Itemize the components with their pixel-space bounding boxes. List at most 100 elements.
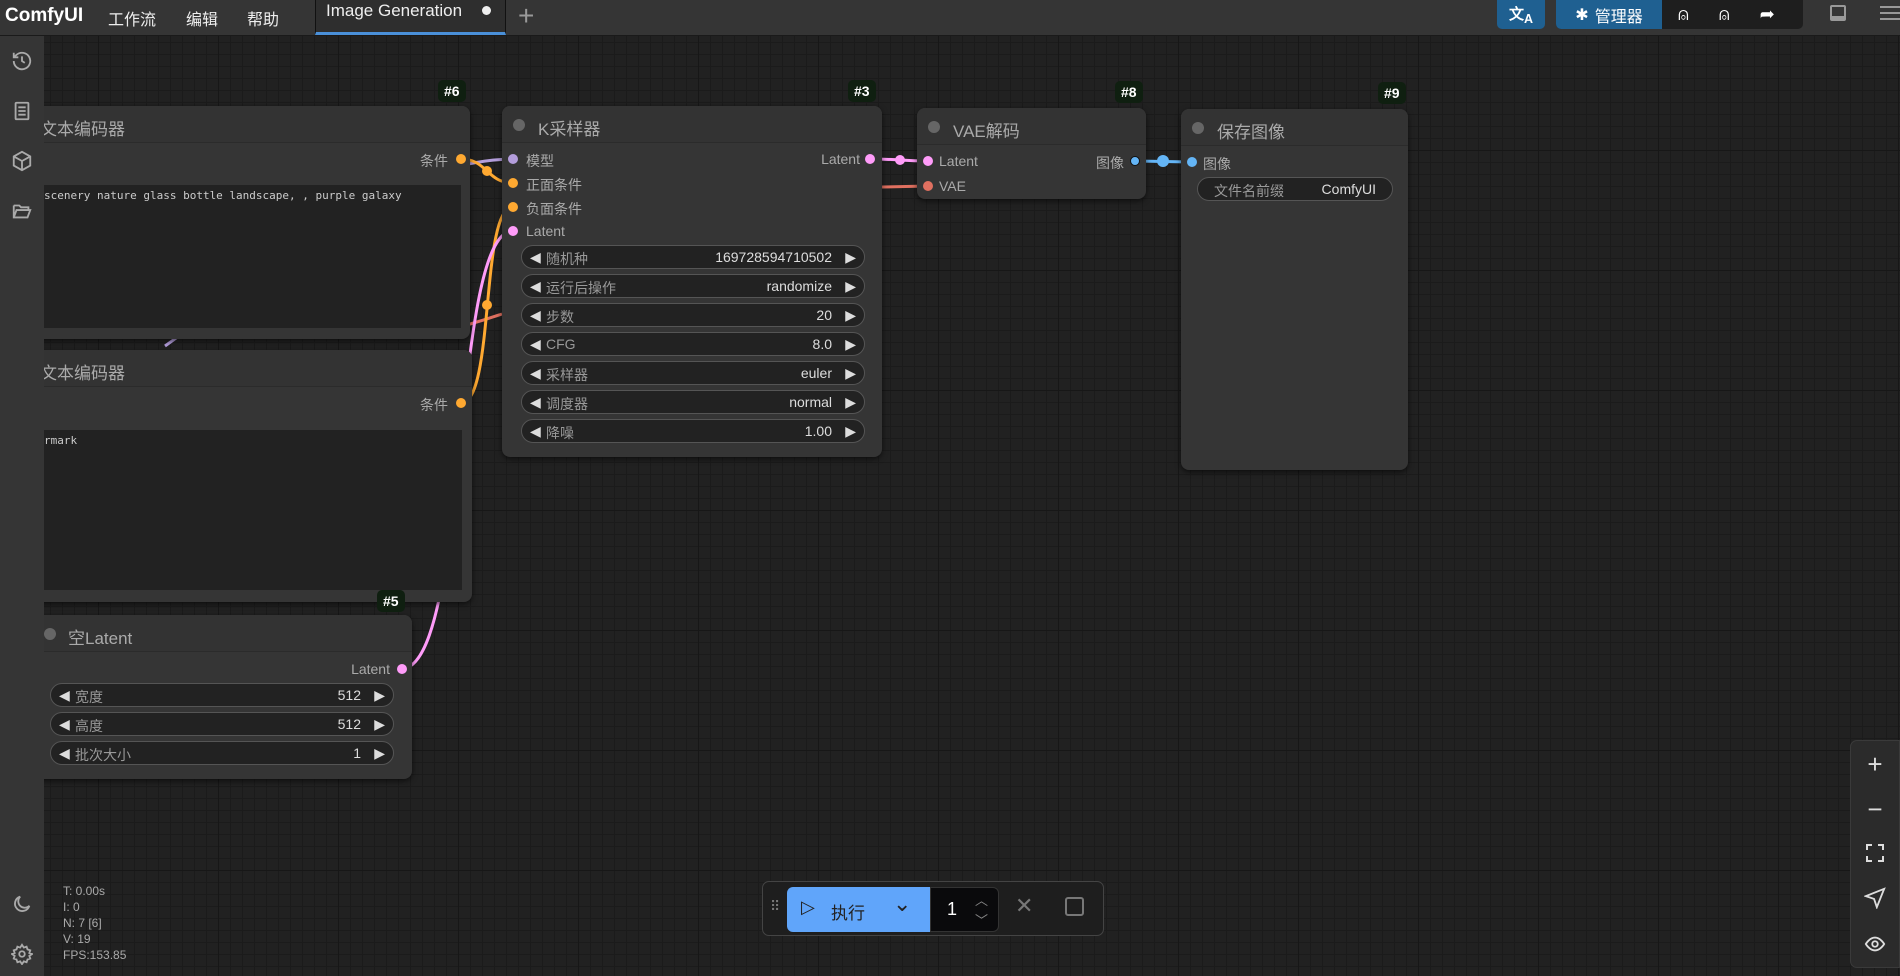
input-label: 负面条件	[526, 201, 582, 217]
widget-label: 采样器	[546, 367, 588, 383]
cube-icon[interactable]	[7, 146, 37, 176]
input-slot-positive[interactable]	[508, 178, 518, 188]
widget-label: 调度器	[546, 396, 588, 412]
widget-filename-prefix[interactable]: 文件名前缀 ComfyUI	[1197, 177, 1393, 201]
input-slot-image[interactable]	[1187, 157, 1197, 167]
output-slot[interactable]	[456, 154, 466, 164]
canvas-zoom-controls: + −	[1850, 740, 1900, 968]
widget-width[interactable]: ◀ 宽度 512 ▶	[50, 683, 394, 707]
widget-4[interactable]: ◀ 采样器 euler ▶	[521, 361, 865, 385]
node-title: 保存图像	[1181, 109, 1408, 146]
node-id-badge: #8	[1115, 81, 1143, 103]
node-id-badge: #5	[377, 590, 405, 612]
prompt-textarea[interactable]: scenery nature glass bottle landscape, ,…	[30, 185, 461, 328]
decrement-arrow[interactable]: ◀	[59, 716, 70, 733]
node-ksampler[interactable]: K采样器 模型 正面条件 负面条件 Latent Latent ◀ 随机种 1697…	[502, 106, 882, 457]
output-label: 条件	[420, 397, 448, 413]
increment-arrow[interactable]: ▶	[845, 365, 856, 382]
increment-arrow[interactable]: ▶	[374, 687, 385, 704]
node-title: 文本编码器	[30, 106, 470, 143]
link-midpoint	[482, 166, 492, 176]
widget-label: 降噪	[546, 425, 574, 441]
decrement-arrow[interactable]: ◀	[530, 249, 541, 266]
increment-arrow[interactable]: ▶	[845, 423, 856, 440]
widget-value: normal	[789, 394, 832, 410]
node-positive-prompt[interactable]: 文本编码器 条件 scenery nature glass bottle lan…	[30, 106, 470, 339]
moon-icon[interactable]	[7, 889, 37, 919]
folder-icon[interactable]	[7, 196, 37, 226]
chevron-down-icon[interactable]: ⌄	[893, 891, 911, 917]
decrement-arrow[interactable]: ◀	[530, 365, 541, 382]
stop-icon[interactable]	[1065, 897, 1084, 916]
decrement-arrow[interactable]: ◀	[530, 423, 541, 440]
node-status-dot	[928, 121, 940, 133]
increment-arrow[interactable]: ▶	[845, 249, 856, 266]
input-slot-vae[interactable]	[923, 181, 933, 191]
node-status-dot	[1192, 122, 1204, 134]
output-slot[interactable]	[865, 154, 875, 164]
node-empty-latent[interactable]: 空Latent Latent ◀ 宽度 512 ▶ ◀ 高度 512 ▶ ◀ 批次大小 1 ▶	[30, 615, 412, 779]
increment-arrow[interactable]: ▶	[845, 394, 856, 411]
widget-0[interactable]: ◀ 随机种 169728594710502 ▶	[521, 245, 865, 269]
output-slot[interactable]	[456, 398, 466, 408]
widget-label: 运行后操作	[546, 280, 616, 296]
decrement-arrow[interactable]: ◀	[530, 307, 541, 324]
increment-arrow[interactable]: ▶	[374, 745, 385, 762]
decrement-arrow[interactable]: ◀	[530, 394, 541, 411]
widget-value: 512	[337, 716, 361, 732]
decrement-arrow[interactable]: ◀	[59, 687, 70, 704]
increment-icon[interactable]: ︿	[975, 890, 988, 909]
input-slot-model[interactable]	[508, 154, 518, 164]
widget-3[interactable]: ◀ CFG 8.0 ▶	[521, 332, 865, 356]
increment-arrow[interactable]: ▶	[845, 278, 856, 295]
output-slot[interactable]	[1130, 156, 1140, 166]
run-button[interactable]: ▷ 执行 ⌄	[787, 887, 930, 932]
input-label: 模型	[526, 153, 554, 169]
eye-icon[interactable]	[1863, 932, 1887, 956]
node-title-text: K采样器	[538, 120, 601, 139]
increment-arrow[interactable]: ▶	[374, 716, 385, 733]
decrement-icon[interactable]: ﹀	[975, 910, 988, 929]
widget-value: 1	[353, 745, 361, 761]
output-slot[interactable]	[397, 664, 407, 674]
input-slot-negative[interactable]	[508, 202, 518, 212]
zoom-in-icon[interactable]: +	[1863, 749, 1887, 779]
widget-5[interactable]: ◀ 调度器 normal ▶	[521, 390, 865, 414]
widget-label: 宽度	[75, 689, 103, 705]
input-label: Latent	[526, 223, 565, 239]
widget-label: 批次大小	[75, 747, 131, 763]
decrement-arrow[interactable]: ◀	[59, 745, 70, 762]
widget-6[interactable]: ◀ 降噪 1.00 ▶	[521, 419, 865, 443]
gear-icon[interactable]	[7, 939, 37, 969]
prompt-textarea[interactable]: rmark	[30, 430, 462, 590]
widget-value: 20	[816, 307, 832, 323]
input-slot-latent[interactable]	[923, 156, 933, 166]
history-icon[interactable]	[7, 46, 37, 76]
node-negative-prompt[interactable]: 文本编码器 条件 rmark	[30, 350, 472, 602]
input-label: 正面条件	[526, 177, 582, 193]
drag-handle-icon[interactable]: ⠿	[770, 898, 780, 915]
zoom-out-icon[interactable]: −	[1863, 794, 1887, 824]
widget-2[interactable]: ◀ 步数 20 ▶	[521, 303, 865, 327]
widget-label: 文件名前缀	[1214, 183, 1284, 199]
input-slot-latent[interactable]	[508, 226, 518, 236]
widget-value: euler	[800, 365, 832, 381]
output-label: Latent	[351, 661, 390, 677]
fit-view-icon[interactable]	[1863, 841, 1887, 865]
widget-1[interactable]: ◀ 运行后操作 randomize ▶	[521, 274, 865, 298]
cancel-icon[interactable]: ✕	[1015, 893, 1033, 919]
increment-arrow[interactable]: ▶	[845, 336, 856, 353]
node-vae-decode[interactable]: VAE解码 Latent VAE 图像	[917, 108, 1146, 199]
node-save-image[interactable]: 保存图像 图像 文件名前缀 ComfyUI	[1181, 109, 1408, 470]
decrement-arrow[interactable]: ◀	[530, 336, 541, 353]
widget-value: ComfyUI	[1321, 181, 1376, 197]
navigate-icon[interactable]	[1863, 886, 1887, 910]
decrement-arrow[interactable]: ◀	[530, 278, 541, 295]
widget-batch-size[interactable]: ◀ 批次大小 1 ▶	[50, 741, 394, 765]
increment-arrow[interactable]: ▶	[845, 307, 856, 324]
batch-count-input[interactable]: 1 ︿ ﹀	[930, 887, 999, 932]
widget-height[interactable]: ◀ 高度 512 ▶	[50, 712, 394, 736]
document-icon[interactable]	[7, 96, 37, 126]
link-midpoint	[482, 300, 492, 310]
widget-label: 步数	[546, 309, 574, 325]
